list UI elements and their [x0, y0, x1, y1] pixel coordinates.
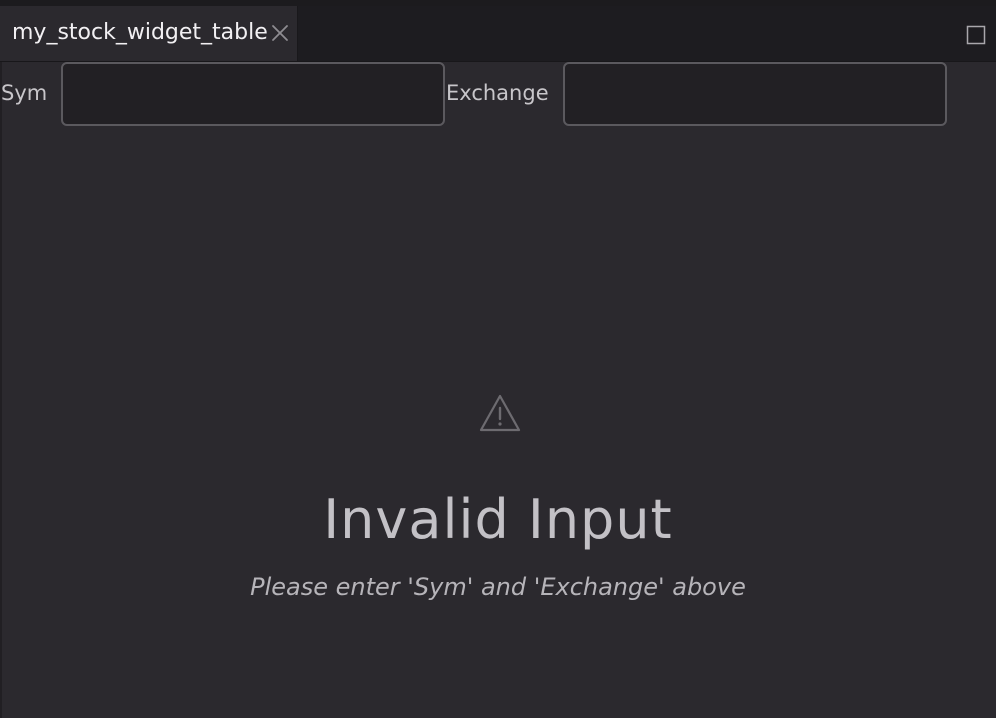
warning-icon — [478, 392, 522, 434]
exchange-label: Exchange — [446, 81, 549, 105]
close-icon[interactable] — [270, 23, 290, 43]
tab-bar: my_stock_widget_table — [0, 6, 996, 62]
empty-state-message: Please enter 'Sym' and 'Exchange' above — [250, 573, 746, 601]
empty-state-title: Invalid Input — [323, 488, 673, 551]
tab-label: my_stock_widget_table — [12, 20, 268, 45]
tab-my-stock-widget-table[interactable]: my_stock_widget_table — [0, 6, 298, 61]
maximize-icon[interactable] — [966, 25, 986, 45]
sym-input[interactable] — [61, 62, 445, 126]
sym-label: Sym — [1, 81, 48, 105]
app-window: my_stock_widget_table Sym Exchange Inval… — [0, 0, 996, 718]
exchange-input[interactable] — [563, 62, 947, 126]
panel-left-border — [0, 62, 2, 718]
